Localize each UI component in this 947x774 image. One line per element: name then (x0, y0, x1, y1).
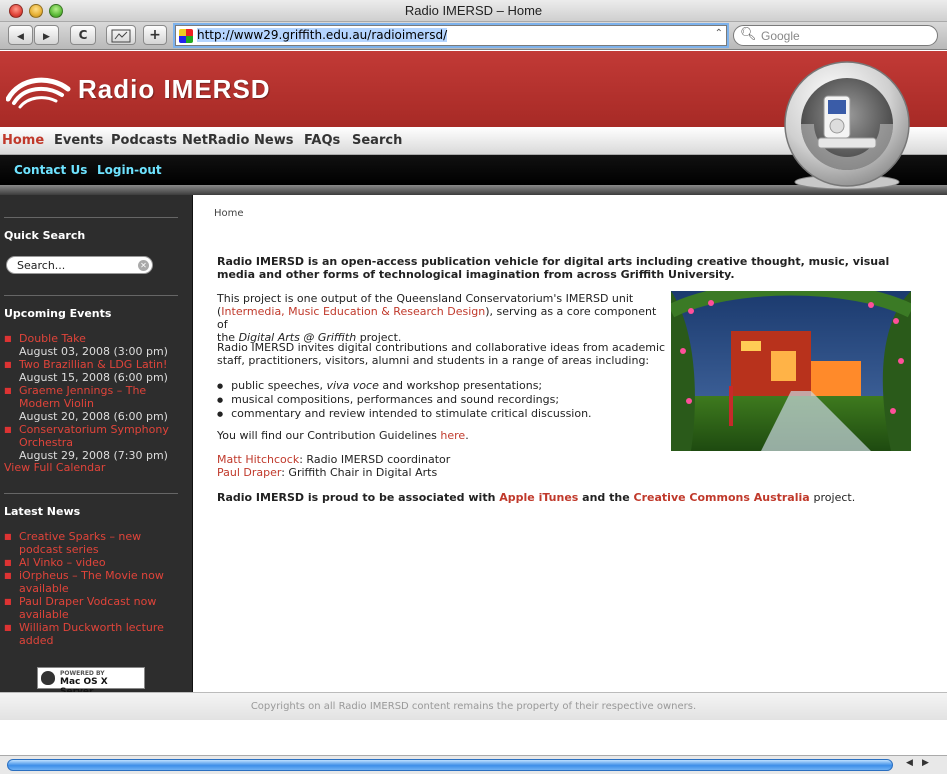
guidelines-link[interactable]: here (440, 429, 465, 442)
site-footer: Copyrights on all Radio IMERSD content r… (0, 692, 947, 720)
subnav-contact-us[interactable]: Contact Us (14, 163, 87, 177)
left-sidebar: Quick Search Search... ✕ Upcoming Events… (0, 195, 193, 697)
quick-search-placeholder: Search... (17, 259, 66, 272)
snapback-icon (111, 29, 131, 43)
clear-search-icon[interactable]: ✕ (138, 260, 149, 271)
address-text: http://www29.griffith.edu.au/radioimersd… (197, 28, 448, 42)
event-date: August 03, 2008 (3:00 pm) (19, 345, 168, 358)
snapback-button[interactable] (106, 25, 136, 45)
event-date: August 15, 2008 (6:00 pm) (19, 371, 168, 384)
window-titlebar: Radio IMERSD – Home (0, 0, 947, 22)
event-link[interactable]: Conservatorium Symphony (19, 423, 169, 436)
event-item: ■ Two Brazillian & LDG Latin! August 15, … (4, 358, 168, 384)
scrollbar-thumb[interactable] (7, 759, 893, 771)
nav-search[interactable]: Search (352, 133, 402, 148)
imersd-link[interactable]: Intermedia, Music Education & Research D… (221, 305, 485, 318)
back-button[interactable]: ◀ (8, 25, 33, 45)
nav-podcasts[interactable]: Podcasts (111, 133, 177, 148)
reload-icon: C (78, 28, 88, 42)
site-logo-text[interactable]: Radio IMERSD (78, 74, 271, 105)
favicon-icon (179, 29, 193, 43)
upcoming-events-heading: Upcoming Events (4, 307, 112, 320)
news-link[interactable]: Paul Draper Vodcast now (19, 595, 156, 608)
reload-button[interactable]: C (70, 25, 96, 45)
intro-paragraph: Radio IMERSD is an open-access publicati… (217, 255, 890, 281)
event-item: ■ Conservatorium Symphony Orchestra Augus… (4, 423, 169, 462)
search-placeholder: Google (761, 29, 800, 43)
event-link[interactable]: Graeme Jennings – The (19, 384, 146, 397)
event-item: ■ Graeme Jennings – The Modern Violin Aug… (4, 384, 168, 423)
list-item: public speeches, viva voce and workshop … (217, 379, 592, 393)
news-item: ■ Creative Sparks – new podcast series (4, 530, 142, 556)
view-full-calendar-link[interactable]: View Full Calendar (4, 461, 105, 474)
person-link[interactable]: Matt Hitchcock (217, 453, 299, 466)
browser-toolbar: ◀ ▶ C + http://www29.griffith.edu.au/rad… (0, 22, 947, 50)
nav-home[interactable]: Home (2, 133, 44, 148)
event-date: August 20, 2008 (6:00 pm) (19, 410, 168, 423)
main-content: Home Radio IMERSD is an open-access publ… (194, 195, 947, 692)
forward-arrow-icon: ▶ (43, 32, 50, 42)
event-link-cont[interactable]: Orchestra (4, 436, 169, 449)
nav-events[interactable]: Events (54, 133, 103, 148)
news-link-cont[interactable]: podcast series (4, 543, 141, 556)
areas-list: public speeches, viva voce and workshop … (217, 379, 592, 421)
plus-icon: + (149, 27, 161, 43)
subnav-login-out[interactable]: Login-out (97, 163, 162, 177)
news-item: ■ William Duckworth lecture added (4, 621, 164, 647)
news-item: ■ Paul Draper Vodcast now available (4, 595, 157, 621)
mac-os-x-server-badge[interactable]: POWERED BY Mac OS X Server (37, 667, 145, 697)
event-link-cont[interactable]: Modern Violin (4, 397, 168, 410)
news-link-cont[interactable]: available (4, 608, 156, 621)
news-link[interactable]: Al Vinko – video (19, 556, 106, 569)
scroll-right-icon[interactable]: ▶ (922, 758, 929, 768)
breadcrumb: Home (214, 208, 244, 219)
event-link[interactable]: Two Brazillian & LDG Latin! (19, 358, 167, 371)
list-item: commentary and review intended to stimul… (217, 407, 591, 421)
creative-commons-link[interactable]: Creative Commons Australia (634, 491, 810, 504)
event-item: ■ Double Take August 03, 2008 (3:00 pm) (4, 332, 168, 358)
quick-search-input[interactable]: Search... ✕ (6, 256, 153, 274)
news-link-cont[interactable]: added (4, 634, 164, 647)
apple-itunes-link[interactable]: Apple iTunes (499, 491, 578, 504)
latest-news-heading: Latest News (4, 505, 81, 518)
address-menu-icon[interactable]: ⌃ (715, 28, 723, 39)
address-field[interactable]: http://www29.griffith.edu.au/radioimersd… (175, 25, 727, 46)
nav-netradio[interactable]: NetRadio (182, 133, 249, 148)
forward-button[interactable]: ▶ (34, 25, 59, 45)
badge-powered-by: POWERED BY (60, 670, 105, 677)
news-item: ■ iOrpheus – The Movie now available (4, 569, 164, 595)
project-paragraph: This project is one output of the Queens… (217, 292, 657, 344)
window-title: Radio IMERSD – Home (404, 3, 543, 18)
sidebar-divider (4, 217, 178, 218)
news-link[interactable]: iOrpheus – The Movie now (19, 569, 164, 582)
quick-search-heading: Quick Search (4, 229, 86, 242)
sidebar-divider (4, 295, 178, 296)
magnifier-icon: 🔍︎ (740, 27, 757, 42)
news-link[interactable]: Creative Sparks – new (19, 530, 141, 543)
person-link[interactable]: Paul Draper (217, 466, 281, 479)
news-link-cont[interactable]: available (4, 582, 164, 595)
back-arrow-icon: ◀ (17, 32, 24, 42)
apple-logo-icon (41, 671, 55, 685)
horizontal-scrollbar[interactable]: ◀ ▶ (0, 755, 947, 774)
add-bookmark-button[interactable]: + (143, 25, 167, 45)
association-paragraph: Radio IMERSD is proud to be associated w… (217, 491, 856, 504)
copyright-text: Copyrights on all Radio IMERSD content r… (250, 701, 697, 712)
search-field[interactable]: 🔍︎ Google (733, 25, 938, 46)
radio-waves-logo-icon[interactable] (6, 71, 72, 111)
nav-faqs[interactable]: FAQs (304, 133, 340, 148)
nav-news[interactable]: News (254, 133, 293, 148)
campus-night-photo (671, 291, 911, 451)
list-item: musical compositions, performances and s… (217, 393, 592, 407)
sidebar-divider (4, 493, 178, 494)
people-list: Matt Hitchcock: Radio IMERSD coordinator… (217, 453, 451, 479)
scroll-left-icon[interactable]: ◀ (906, 758, 913, 768)
event-link[interactable]: Double Take (19, 332, 86, 345)
news-link[interactable]: William Duckworth lecture (19, 621, 164, 634)
ipod-dock-speaker-image (784, 61, 910, 190)
invite-paragraph: Radio IMERSD invites digital contributio… (217, 341, 666, 367)
news-item: ■ Al Vinko – video (4, 556, 106, 569)
